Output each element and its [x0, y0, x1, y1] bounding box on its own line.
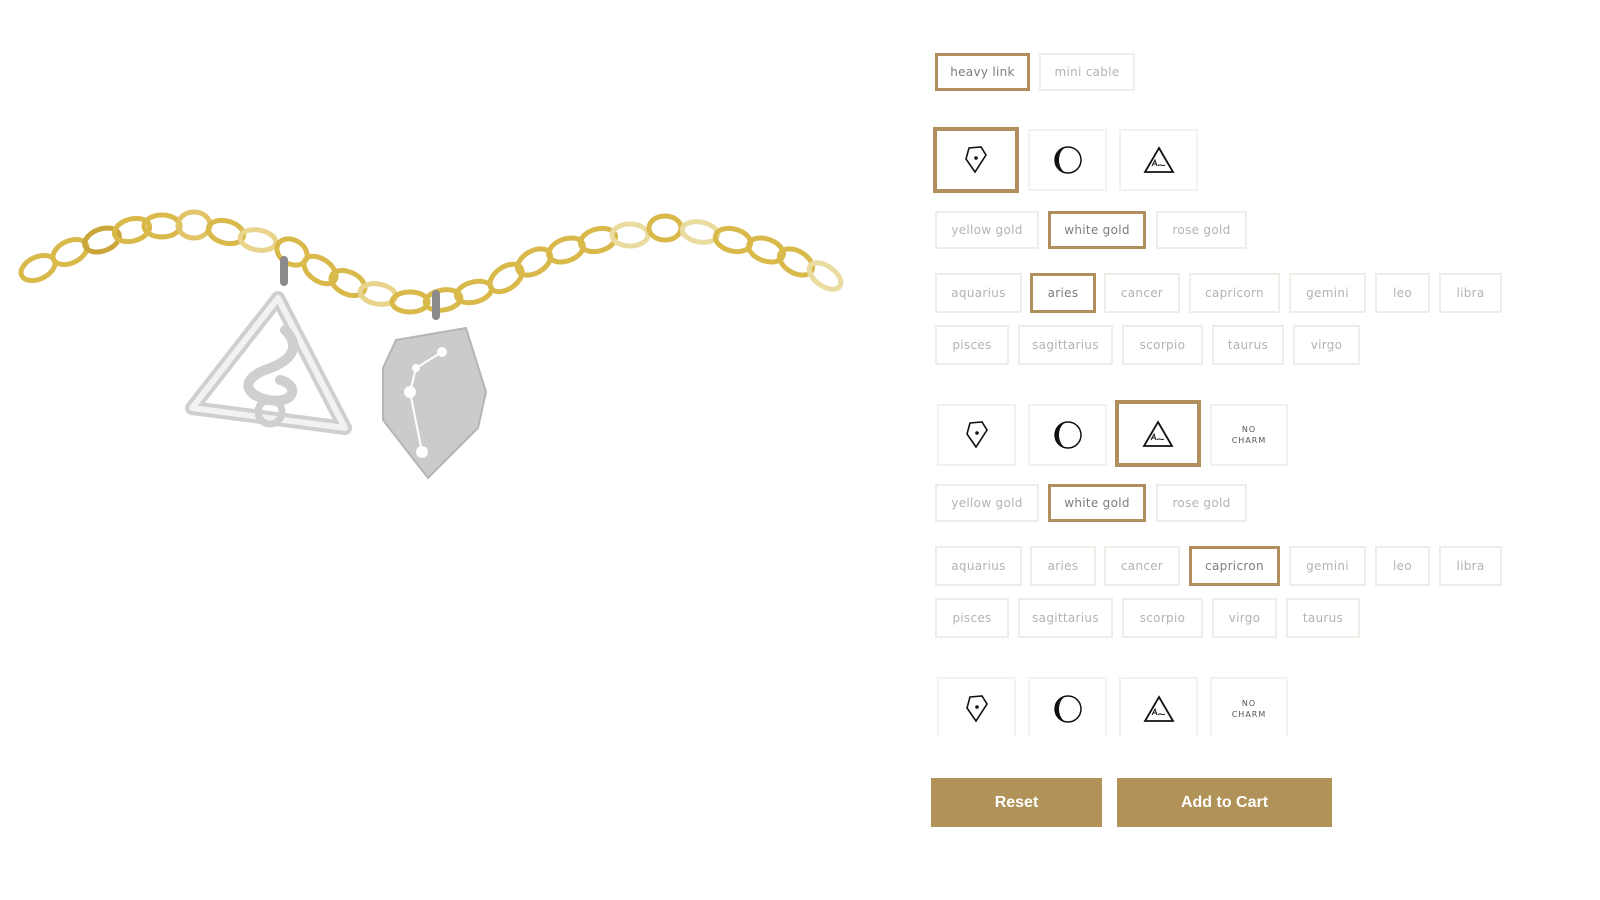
charm2-sign-pisces[interactable]: pisces: [935, 598, 1009, 638]
charm1-metal-rose-gold[interactable]: rose gold: [1156, 211, 1247, 249]
charm3-shape-moon[interactable]: [1028, 677, 1107, 736]
charm2-sign-capricorn[interactable]: capricron: [1189, 546, 1280, 586]
charm2-shape-shield[interactable]: [937, 404, 1016, 466]
charm3-shape-shield[interactable]: [937, 677, 1016, 736]
triangle-icon: [1142, 695, 1175, 722]
shield-icon: [965, 695, 988, 723]
charm2-sign-scorpio[interactable]: scorpio: [1122, 598, 1203, 638]
gold-chain: [18, 209, 844, 315]
charm1-sign-pisces[interactable]: pisces: [935, 325, 1009, 365]
bracelet-illustration: [18, 209, 844, 480]
charm3-shape-row: NO CHARM: [930, 670, 1330, 736]
charm2-sign-sagittarius[interactable]: sagittarius: [1018, 598, 1113, 638]
charm1-sign-virgo[interactable]: virgo: [1293, 325, 1360, 365]
charm1-sign-capricorn[interactable]: capricorn: [1189, 273, 1280, 313]
no-charm-label: NO CHARM: [1232, 424, 1267, 446]
charm1-sign-gemini[interactable]: gemini: [1289, 273, 1366, 313]
charm1-sign-aquarius[interactable]: aquarius: [935, 273, 1022, 313]
charm1-sign-cancer[interactable]: cancer: [1104, 273, 1180, 313]
charm1-sign-libra[interactable]: libra: [1439, 273, 1502, 313]
charm2-sign-leo[interactable]: leo: [1375, 546, 1430, 586]
no-charm-line1: NO: [1241, 425, 1257, 434]
product-image: [0, 0, 880, 900]
charm1-sign-leo[interactable]: leo: [1375, 273, 1430, 313]
shield-icon: [965, 146, 987, 174]
charm2-sign-taurus[interactable]: taurus: [1286, 598, 1360, 638]
no-charm-line1: NO: [1241, 699, 1257, 708]
charm2-sign-virgo[interactable]: virgo: [1212, 598, 1277, 638]
shield-icon: [965, 421, 988, 449]
charm1-shape-shield[interactable]: [933, 127, 1019, 193]
no-charm-label: NO CHARM: [1232, 698, 1267, 720]
charm2-sign-libra[interactable]: libra: [1439, 546, 1502, 586]
moon-icon: [1053, 146, 1082, 174]
triangle-icon: [1142, 146, 1175, 173]
charm3-shape-triangle[interactable]: [1119, 677, 1198, 736]
charm2-shape-no-charm[interactable]: NO CHARM: [1210, 404, 1288, 466]
charm2-sign-aquarius[interactable]: aquarius: [935, 546, 1022, 586]
charm1-metal-white-gold[interactable]: white gold: [1048, 211, 1146, 249]
charm1-sign-scorpio[interactable]: scorpio: [1122, 325, 1203, 365]
shield-charm: [382, 290, 488, 480]
moon-icon: [1053, 421, 1082, 449]
charm1-shape-triangle[interactable]: [1119, 129, 1198, 191]
triangle-icon: [1142, 419, 1174, 447]
charm2-metal-rose-gold[interactable]: rose gold: [1156, 484, 1247, 522]
charm2-metal-yellow-gold[interactable]: yellow gold: [935, 484, 1039, 522]
charm1-metal-yellow-gold[interactable]: yellow gold: [935, 211, 1039, 249]
no-charm-line2: CHARM: [1231, 710, 1267, 719]
add-to-cart-button[interactable]: Add to Cart: [1117, 778, 1332, 827]
charm2-shape-triangle[interactable]: [1115, 400, 1201, 467]
reset-button[interactable]: Reset: [931, 778, 1102, 827]
charm1-sign-taurus[interactable]: taurus: [1212, 325, 1284, 365]
no-charm-line2: CHARM: [1231, 436, 1267, 445]
charm1-shape-moon[interactable]: [1028, 129, 1107, 191]
charm2-shape-moon[interactable]: [1028, 404, 1107, 466]
charm3-shape-no-charm[interactable]: NO CHARM: [1210, 677, 1288, 736]
charm2-metal-white-gold[interactable]: white gold: [1048, 484, 1146, 522]
charm2-sign-aries[interactable]: aries: [1030, 546, 1096, 586]
charm2-sign-gemini[interactable]: gemini: [1289, 546, 1366, 586]
moon-icon: [1053, 695, 1082, 723]
charm2-sign-cancer[interactable]: cancer: [1104, 546, 1180, 586]
chain-option-mini-cable[interactable]: mini cable: [1039, 53, 1135, 91]
chain-option-heavy-link[interactable]: heavy link: [935, 53, 1030, 91]
charm1-sign-aries[interactable]: aries: [1030, 273, 1096, 313]
charm1-sign-sagittarius[interactable]: sagittarius: [1018, 325, 1113, 365]
